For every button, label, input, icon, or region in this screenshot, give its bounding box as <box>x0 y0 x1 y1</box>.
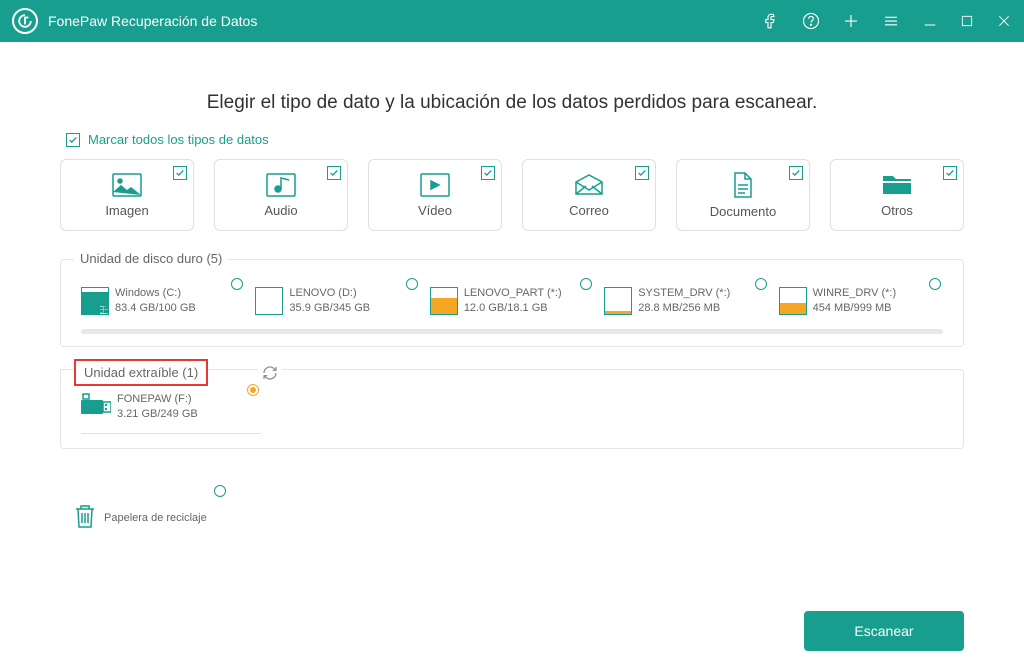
select-all-checkbox[interactable]: Marcar todos los tipos de datos <box>66 132 964 147</box>
scrollbar-track[interactable] <box>81 329 943 334</box>
disk-icon <box>779 287 807 315</box>
checkbox-icon <box>66 133 80 147</box>
video-icon <box>420 173 450 197</box>
radio-icon[interactable] <box>929 278 941 290</box>
hdd-section: Unidad de disco duro (5) Windows (C:)83.… <box>60 259 964 347</box>
hdd-section-label: Unidad de disco duro (5) <box>74 251 228 266</box>
checkbox-icon <box>327 166 341 180</box>
disk-item[interactable]: LENOVO (D:)35.9 GB/345 GB <box>255 286 419 317</box>
disk-item[interactable]: LENOVO_PART (*:)12.0 GB/18.1 GB <box>430 286 594 317</box>
folder-icon <box>882 173 912 197</box>
type-card-audio[interactable]: Audio <box>214 159 348 231</box>
radio-icon[interactable] <box>755 278 767 290</box>
checkbox-icon <box>635 166 649 180</box>
type-card-mail[interactable]: Correo <box>522 159 656 231</box>
disk-size: 28.8 MB/256 MB <box>638 301 730 316</box>
radio-icon[interactable] <box>231 278 243 290</box>
document-icon <box>730 172 756 198</box>
disk-item[interactable]: WINRE_DRV (*:)454 MB/999 MB <box>779 286 943 317</box>
disk-name: SYSTEM_DRV (*:) <box>638 286 730 301</box>
checkbox-icon <box>481 166 495 180</box>
removable-disk-item[interactable]: FONEPAW (F:)3.21 GB/249 GB <box>81 392 261 434</box>
disk-size: 35.9 GB/345 GB <box>289 301 370 316</box>
removable-section: Unidad extraíble (1) FONEPAW (F:)3.21 GB… <box>60 369 964 449</box>
scan-button[interactable]: Escanear <box>804 611 964 651</box>
select-all-label: Marcar todos los tipos de datos <box>88 132 269 147</box>
add-icon[interactable] <box>842 12 860 30</box>
titlebar: FonePaw Recuperación de Datos <box>0 0 1024 42</box>
refresh-icon[interactable] <box>258 365 282 386</box>
checkbox-icon <box>173 166 187 180</box>
app-title: FonePaw Recuperación de Datos <box>48 13 762 29</box>
disk-item[interactable]: SYSTEM_DRV (*:)28.8 MB/256 MB <box>604 286 768 317</box>
disk-name: LENOVO_PART (*:) <box>464 286 562 301</box>
facebook-icon[interactable] <box>762 12 780 30</box>
disk-size: 12.0 GB/18.1 GB <box>464 301 562 316</box>
disk-icon <box>604 287 632 315</box>
type-label: Audio <box>264 203 297 218</box>
disk-name: WINRE_DRV (*:) <box>813 286 897 301</box>
removable-section-label: Unidad extraíble (1) <box>74 359 208 386</box>
trash-label: Papelera de reciclaje <box>104 512 207 524</box>
recycle-bin-item[interactable]: Papelera de reciclaje <box>60 503 240 534</box>
disk-size: 83.4 GB/100 GB <box>115 301 196 316</box>
checkbox-icon <box>789 166 803 180</box>
type-label: Otros <box>881 203 913 218</box>
type-card-image[interactable]: Imagen <box>60 159 194 231</box>
audio-icon <box>266 173 296 197</box>
type-card-other[interactable]: Otros <box>830 159 964 231</box>
maximize-icon[interactable] <box>960 14 974 28</box>
type-label: Imagen <box>105 203 148 218</box>
usb-icon <box>81 392 111 423</box>
page-title: Elegir el tipo de dato y la ubicación de… <box>60 92 964 114</box>
help-icon[interactable] <box>802 12 820 30</box>
disk-icon <box>430 287 458 315</box>
radio-icon[interactable] <box>214 485 226 497</box>
disk-name: FONEPAW (F:) <box>117 392 198 407</box>
type-card-document[interactable]: Documento <box>676 159 810 231</box>
data-types-row: Imagen Audio Vídeo Correo Documento Otro… <box>60 159 964 231</box>
disk-item[interactable]: Windows (C:)83.4 GB/100 GB <box>81 286 245 317</box>
type-label: Correo <box>569 203 609 218</box>
close-icon[interactable] <box>996 13 1012 29</box>
checkbox-icon <box>943 166 957 180</box>
menu-icon[interactable] <box>882 12 900 30</box>
app-logo-icon <box>12 8 38 34</box>
disk-size: 454 MB/999 MB <box>813 301 897 316</box>
trash-icon <box>74 503 96 534</box>
disk-name: Windows (C:) <box>115 286 196 301</box>
image-icon <box>112 173 142 197</box>
type-label: Vídeo <box>418 203 452 218</box>
disk-name: LENOVO (D:) <box>289 286 370 301</box>
type-card-video[interactable]: Vídeo <box>368 159 502 231</box>
radio-icon[interactable] <box>580 278 592 290</box>
radio-icon[interactable] <box>406 278 418 290</box>
disk-icon <box>81 287 109 315</box>
disk-size: 3.21 GB/249 GB <box>117 407 198 422</box>
mail-icon <box>574 173 604 197</box>
minimize-icon[interactable] <box>922 13 938 29</box>
type-label: Documento <box>710 204 776 219</box>
disk-icon <box>255 287 283 315</box>
